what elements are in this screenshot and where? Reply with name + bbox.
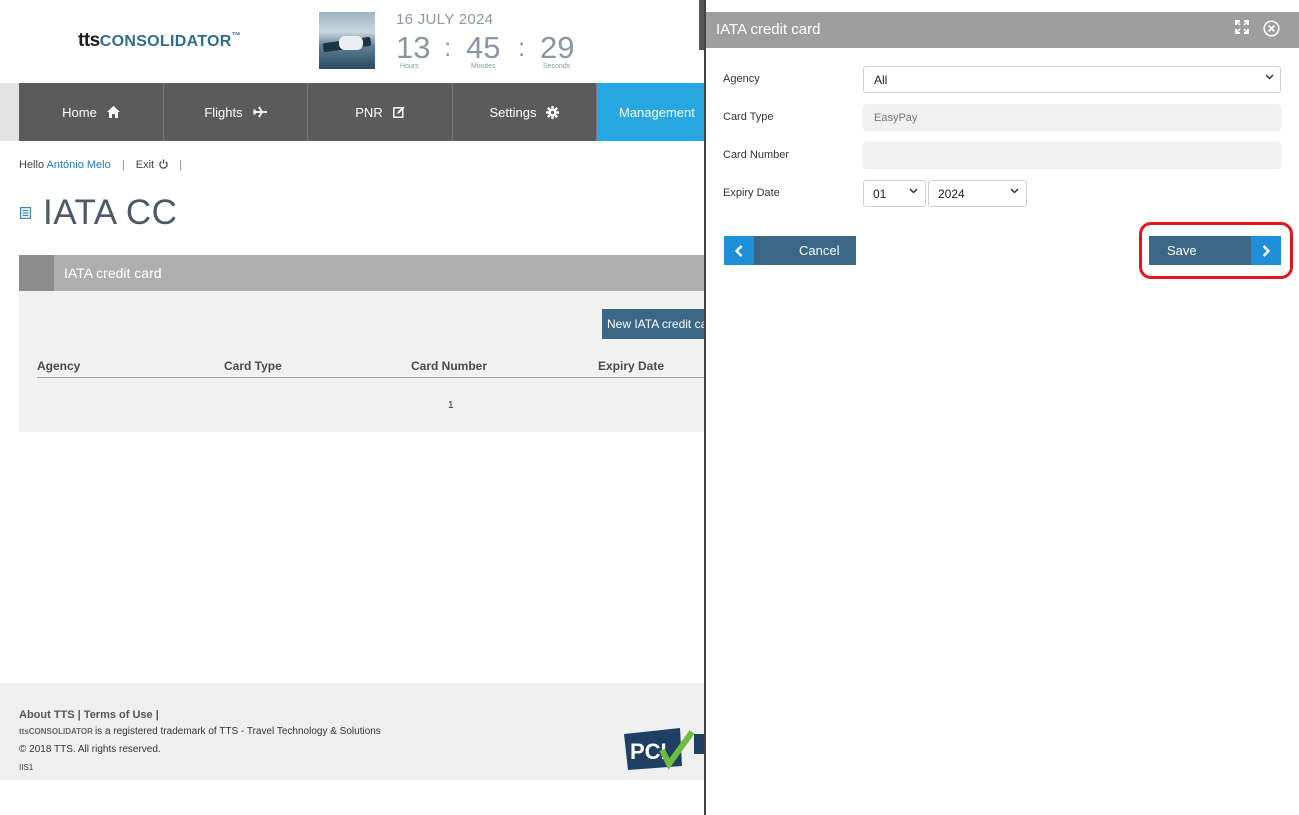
column-header-expiry-date[interactable]: Expiry Date — [598, 359, 664, 373]
pagination-page-1[interactable]: 1 — [448, 400, 454, 411]
trademark-text: is a registered trademark of TTS - Trave… — [94, 726, 381, 737]
nav-home[interactable]: Home — [19, 83, 164, 141]
modal-title: IATA credit card — [716, 21, 821, 38]
card-number-label: Card Number — [723, 149, 790, 161]
expand-icon[interactable] — [1235, 20, 1249, 39]
logo-tm: ™ — [231, 30, 241, 41]
page-title-wrap: IATA CC — [20, 193, 177, 233]
logo-tts: tts — [78, 30, 100, 51]
expiry-year-value: 2024 — [938, 187, 965, 201]
card-type-label: Card Type — [723, 111, 774, 123]
expiry-month-value: 01 — [873, 187, 887, 201]
expiry-year-select[interactable]: 2024 — [928, 180, 1027, 207]
tts-consolidator-logo[interactable]: ttsCONSOLIDATOR™ — [78, 30, 241, 52]
logo-consolidator: CONSOLIDATOR — [99, 33, 232, 50]
clock-minutes-label: Minutes — [471, 63, 496, 70]
plane-icon — [252, 106, 267, 118]
clock-seconds: 29 — [540, 30, 575, 65]
separator: | — [179, 159, 183, 171]
chevron-down-icon — [909, 186, 918, 198]
new-iata-credit-card-button[interactable]: New IATA credit card — [602, 309, 706, 339]
iata-credit-card-modal: IATA credit card Agency All Card Type Ea… — [706, 0, 1299, 815]
hello-text: Hello — [19, 159, 45, 171]
chevron-down-icon — [1265, 72, 1274, 84]
clock-separator: : — [444, 32, 452, 62]
nav-pnr[interactable]: PNR — [308, 83, 453, 141]
column-header-card-type[interactable]: Card Type — [224, 359, 282, 373]
server-id: IIS1 — [19, 763, 34, 772]
footer: About TTS | Terms of Use | ttsCONSOLIDAT… — [0, 683, 706, 780]
nav-settings-label: Settings — [489, 104, 537, 120]
exit-link[interactable]: Exit — [136, 159, 171, 171]
gear-icon — [546, 105, 560, 119]
main-nav: Home Flights PNR Settings Management — [0, 83, 706, 141]
clock-date: 16 JULY 2024 — [396, 11, 494, 28]
nav-management-label: Management — [619, 104, 695, 120]
save-button-highlight — [1139, 222, 1293, 279]
chevron-down-icon — [1010, 186, 1019, 198]
footer-logo: ttsCONSOLIDATOR — [19, 727, 93, 736]
home-icon — [106, 106, 120, 118]
agency-select[interactable]: All — [863, 66, 1281, 93]
card-number-field[interactable] — [863, 142, 1281, 169]
nav-settings[interactable]: Settings — [453, 83, 597, 141]
agency-label: Agency — [723, 73, 760, 85]
list-icon — [20, 207, 31, 219]
panel-title: IATA credit card — [64, 265, 162, 281]
close-icon[interactable] — [1263, 20, 1280, 42]
panel-header: IATA credit card — [19, 255, 706, 291]
pci-dss-badge: PCI — [624, 728, 706, 770]
power-icon — [159, 159, 168, 169]
column-header-agency[interactable]: Agency — [37, 359, 80, 373]
clock-separator: : — [518, 32, 526, 62]
cancel-button-label: Cancel — [799, 243, 840, 258]
modal-header: IATA credit card — [706, 12, 1299, 48]
clock-hours: 13 — [396, 30, 431, 65]
cancel-button[interactable]: Cancel — [724, 236, 856, 265]
nav-management[interactable]: Management — [597, 83, 706, 141]
clock-seconds-label: Seconds — [543, 63, 571, 70]
card-type-field: EasyPay — [863, 104, 1281, 131]
user-name-link[interactable]: António Melo — [47, 159, 111, 171]
table-header-divider — [37, 377, 706, 378]
chevron-left-icon — [724, 236, 754, 265]
airplane-image — [319, 12, 375, 69]
trademark-line: ttsCONSOLIDATOR is a registered trademark… — [19, 726, 381, 737]
clock-minutes: 45 — [466, 30, 501, 65]
expiry-month-select[interactable]: 01 — [863, 180, 926, 207]
nav-home-label: Home — [62, 104, 97, 120]
separator: | — [121, 159, 125, 171]
footer-links[interactable]: About TTS | Terms of Use | — [19, 709, 159, 721]
clock-hours-label: Hours — [400, 63, 419, 70]
page-title: IATA CC — [43, 193, 178, 232]
nav-flights-label: Flights — [204, 104, 243, 120]
nav-flights[interactable]: Flights — [164, 83, 308, 141]
expiry-date-label: Expiry Date — [723, 187, 780, 199]
main-page: ttsCONSOLIDATOR™ 16 JULY 2024 13 : 45 : … — [0, 0, 706, 815]
column-header-card-number[interactable]: Card Number — [411, 359, 487, 373]
edit-icon — [392, 106, 405, 118]
nav-pnr-label: PNR — [355, 104, 383, 120]
copyright: © 2018 TTS. All rights reserved. — [19, 744, 161, 755]
user-bar: Hello António Melo | Exit | — [19, 159, 190, 171]
agency-select-value: All — [874, 73, 888, 87]
